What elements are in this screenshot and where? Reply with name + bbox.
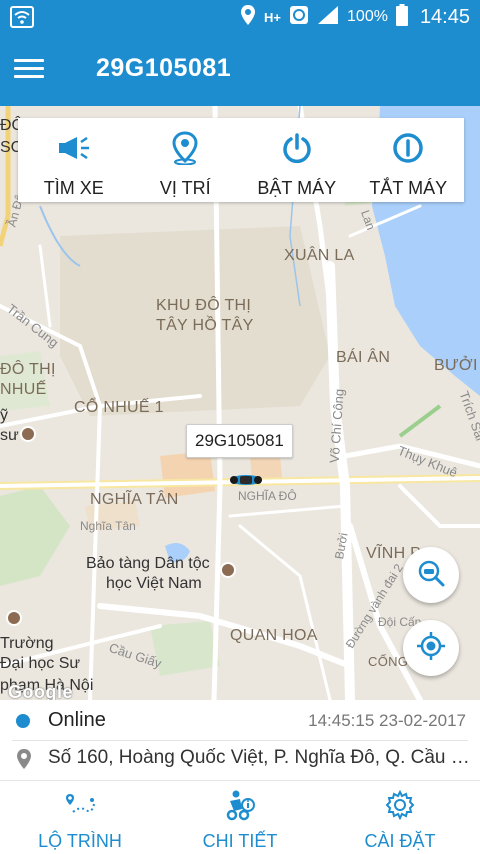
museum-poi-icon	[220, 562, 236, 578]
map-label: BƯỞI	[434, 357, 478, 374]
nav-detail[interactable]: CHI TIẾT	[160, 781, 320, 854]
network-type-icon: H+	[264, 9, 282, 25]
status-text: Online	[48, 709, 106, 731]
school-poi-icon-2	[6, 610, 22, 626]
map-label: ĐÔ THỊ	[0, 361, 56, 378]
map-label: ỹ	[0, 407, 8, 424]
page-title: 29G105081	[96, 54, 232, 82]
nav-route[interactable]: LỘ TRÌNH	[0, 781, 160, 854]
map-label: XUÂN LA	[284, 247, 355, 264]
bottom-nav: LỘ TRÌNH CHI TIẾT CÀI ĐẶT	[0, 780, 480, 854]
school-poi-icon	[20, 426, 36, 442]
status-bar: H+ 100% 14:45	[0, 0, 480, 34]
battery-percent: 100%	[347, 8, 388, 25]
divider	[12, 740, 468, 741]
crosshair-icon	[416, 631, 446, 666]
map-label: Nghĩa Tân	[80, 519, 136, 533]
signal-icon	[317, 5, 339, 30]
vehicle-info-panel: Online 14:45:15 23-02-2017 Số 160, Hoàng…	[0, 700, 480, 780]
engine-off-label: TẮT MÁY	[369, 178, 448, 198]
nav-settings[interactable]: CÀI ĐẶT	[320, 781, 480, 854]
map-label: NGHĨA TÂN	[90, 491, 179, 508]
engine-off-button[interactable]: TẮT MÁY	[353, 118, 465, 202]
map-label: NHUẾ	[0, 381, 47, 398]
clock: 14:45	[419, 5, 470, 28]
car-search-icon	[417, 559, 445, 592]
nav-detail-label: CHI TIẾT	[202, 831, 278, 851]
vehicle-label[interactable]: 29G105081	[186, 424, 293, 458]
map-label: CỐNG	[368, 654, 409, 669]
vehicle-address: Số 160, Hoàng Quốc Việt, P. Nghĩa Đô, Q.…	[48, 747, 478, 768]
route-icon	[64, 789, 96, 821]
engine-on-button[interactable]: BẬT MÁY	[241, 118, 353, 202]
map-label: Trường	[0, 635, 54, 652]
nav-route-label: LỘ TRÌNH	[38, 831, 122, 851]
data-saver-icon	[289, 5, 309, 30]
power-off-icon	[392, 130, 424, 166]
map-label: Bảo tàng Dân tộc	[86, 555, 210, 572]
map-label: BÁI ÂN	[336, 349, 391, 366]
map-label: Đại học Sư	[0, 655, 81, 672]
status-timestamp: 14:45:15 23-02-2017	[308, 711, 466, 730]
online-indicator	[16, 714, 30, 728]
address-row: Số 160, Hoàng Quốc Việt, P. Nghĩa Đô, Q.…	[0, 745, 480, 773]
location-status-icon	[240, 4, 256, 31]
find-vehicle-button[interactable]: TÌM XE	[18, 118, 130, 202]
map-label: QUAN HOA	[230, 627, 318, 644]
menu-icon	[14, 59, 44, 62]
status-row: Online 14:45:15 23-02-2017	[0, 708, 480, 734]
battery-icon	[395, 3, 408, 31]
power-icon	[281, 130, 313, 166]
gear-icon	[385, 789, 415, 821]
find-vehicle-label: TÌM XE	[43, 178, 104, 198]
location-pin-icon	[172, 130, 198, 166]
menu-button[interactable]	[14, 54, 50, 84]
wifi-icon	[10, 5, 34, 34]
megaphone-icon	[57, 130, 91, 166]
map-pin-icon	[16, 748, 32, 775]
map-label: TÂY HỒ TÂY	[156, 317, 254, 334]
app-bar: 29G105081	[0, 34, 480, 106]
map-label: sư	[0, 427, 19, 444]
map-label: học Việt Nam	[106, 575, 202, 592]
search-vehicle-button[interactable]	[403, 547, 459, 603]
my-location-button[interactable]	[403, 620, 459, 676]
vehicle-marker-icon[interactable]	[226, 470, 266, 495]
engine-on-label: BẬT MÁY	[257, 178, 337, 198]
location-label: VỊ TRÍ	[159, 178, 211, 198]
map-label: CỔ NHUẾ 1	[74, 399, 164, 416]
motorbike-info-icon	[224, 789, 256, 821]
action-panel: TÌM XE VỊ TRÍ BẬT MÁY TẮT MÁY	[18, 118, 464, 202]
location-button[interactable]: VỊ TRÍ	[130, 118, 242, 202]
map-label: KHU ĐÔ THỊ	[156, 297, 252, 314]
nav-settings-label: CÀI ĐẶT	[364, 831, 436, 851]
